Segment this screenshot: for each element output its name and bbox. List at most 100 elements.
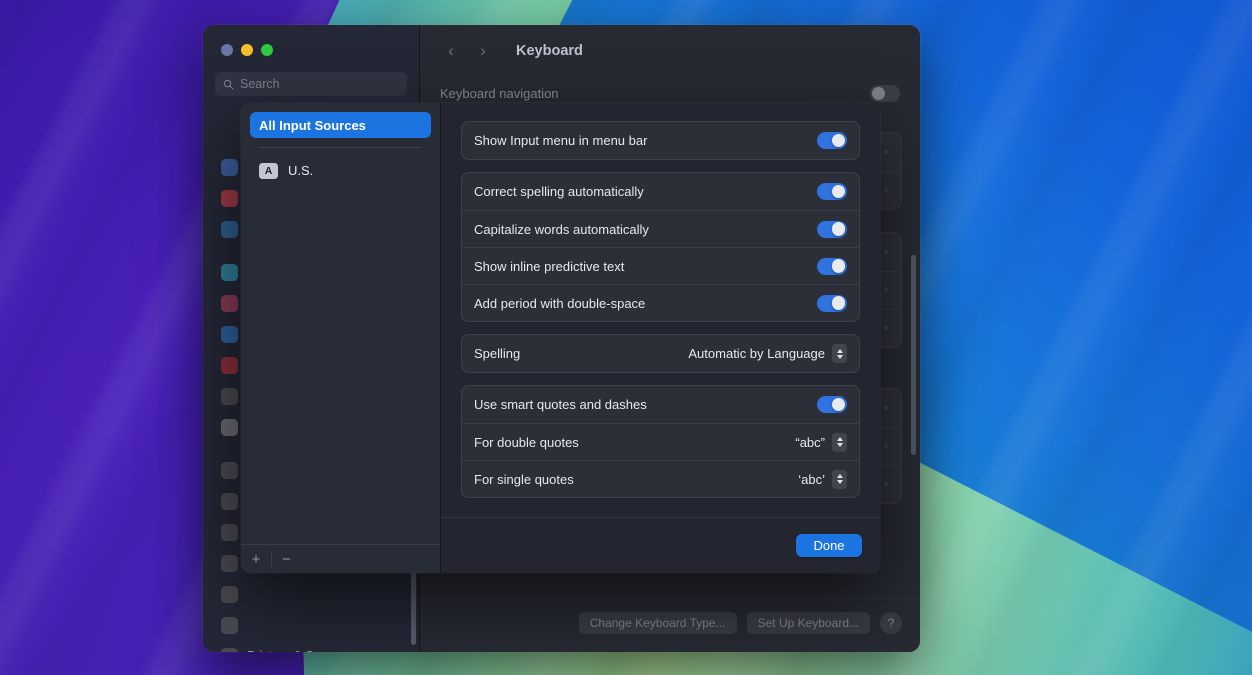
single-quotes-value: ‘abc’ bbox=[798, 472, 825, 487]
dialog-footer: Done bbox=[441, 517, 880, 573]
set-up-keyboard-button[interactable]: Set Up Keyboard... bbox=[747, 612, 870, 634]
row-label: Show Input menu in menu bar bbox=[474, 133, 647, 148]
touch-id-icon bbox=[221, 159, 238, 176]
row-label: Use smart quotes and dashes bbox=[474, 397, 647, 412]
row-capitalize-words[interactable]: Capitalize words automatically bbox=[462, 210, 859, 247]
row-double-quotes[interactable]: For double quotes “abc” bbox=[462, 423, 859, 460]
printer-icon bbox=[221, 648, 238, 653]
trackpad-icon bbox=[221, 586, 238, 603]
list-item-all-input-sources[interactable]: All Input Sources bbox=[250, 112, 431, 138]
row-single-quotes[interactable]: For single quotes ‘abc’ bbox=[462, 460, 859, 497]
chevron-right-icon: › bbox=[884, 284, 888, 296]
add-input-source-button[interactable]: + bbox=[241, 545, 271, 573]
screen-saver-icon bbox=[221, 221, 238, 238]
chevron-right-icon[interactable]: › bbox=[468, 36, 498, 66]
row-label: For single quotes bbox=[474, 472, 574, 487]
passwords-icon bbox=[221, 419, 238, 436]
stepper-icon[interactable] bbox=[832, 433, 847, 452]
single-quotes-popup-button[interactable]: ‘abc’ bbox=[798, 470, 847, 489]
privacy-security-icon bbox=[221, 326, 238, 343]
row-show-input-menu[interactable]: Show Input menu in menu bar bbox=[462, 122, 859, 159]
stepper-icon[interactable] bbox=[832, 344, 847, 363]
sidebar-item-game-controllers[interactable] bbox=[213, 610, 409, 640]
options-card: Show Input menu in menu bar bbox=[461, 121, 860, 160]
search-field[interactable]: Search bbox=[215, 72, 407, 96]
row-inline-predictive-text[interactable]: Show inline predictive text bbox=[462, 247, 859, 284]
done-button[interactable]: Done bbox=[796, 534, 862, 557]
options-card: Spelling Automatic by Language bbox=[461, 334, 860, 373]
keyboard-navigation-section-header: Keyboard navigation bbox=[438, 81, 902, 104]
row-spelling[interactable]: Spelling Automatic by Language bbox=[462, 335, 859, 372]
row-smart-quotes[interactable]: Use smart quotes and dashes bbox=[462, 386, 859, 423]
list-divider bbox=[259, 147, 422, 148]
sidebar-item-printers-scanners[interactable]: Printers & Scanners bbox=[213, 641, 409, 652]
row-add-period[interactable]: Add period with double-space bbox=[462, 284, 859, 321]
row-label: Capitalize words automatically bbox=[474, 222, 649, 237]
keyboard-icon bbox=[221, 524, 238, 541]
users-groups-icon bbox=[221, 388, 238, 405]
input-sources-dialog: All Input Sources A U.S. + − Show Input … bbox=[241, 103, 880, 573]
minimize-button[interactable] bbox=[241, 44, 253, 56]
sidebar-item-label: Printers & Scanners bbox=[247, 649, 358, 652]
internet-accounts-icon bbox=[221, 462, 238, 479]
chevron-right-icon: › bbox=[884, 402, 888, 414]
smart-quotes-toggle[interactable] bbox=[817, 396, 847, 413]
mouse-icon bbox=[221, 555, 238, 572]
show-input-menu-toggle[interactable] bbox=[817, 132, 847, 149]
search-placeholder: Search bbox=[240, 77, 280, 91]
chevron-left-icon[interactable]: ‹ bbox=[436, 36, 466, 66]
stepper-icon[interactable] bbox=[832, 470, 847, 489]
keyboard-navigation-toggle[interactable] bbox=[870, 85, 900, 102]
detail-scrollbar[interactable] bbox=[911, 255, 916, 455]
change-keyboard-type-button[interactable]: Change Keyboard Type... bbox=[579, 612, 737, 634]
sidebar-item-trackpad[interactable] bbox=[213, 579, 409, 609]
inline-predictive-text-toggle[interactable] bbox=[817, 258, 847, 275]
lock-screen-icon bbox=[221, 295, 238, 312]
touch-id-password-icon bbox=[221, 357, 238, 374]
search-icon bbox=[223, 79, 234, 90]
row-label: Spelling bbox=[474, 346, 520, 361]
chevron-right-icon: › bbox=[884, 184, 888, 196]
double-quotes-value: “abc” bbox=[795, 435, 825, 450]
input-sources-content: Show Input menu in menu bar Correct spel… bbox=[441, 103, 880, 573]
wallpaper-icon bbox=[221, 190, 238, 207]
row-label: For double quotes bbox=[474, 435, 579, 450]
input-sources-sidebar: All Input Sources A U.S. + − bbox=[241, 103, 441, 573]
double-quotes-popup-button[interactable]: “abc” bbox=[795, 433, 847, 452]
chevron-right-icon: › bbox=[884, 440, 888, 452]
spelling-value: Automatic by Language bbox=[688, 346, 825, 361]
chevron-right-icon: › bbox=[884, 146, 888, 158]
help-button[interactable]: ? bbox=[880, 612, 902, 634]
chevron-right-icon: › bbox=[884, 322, 888, 334]
battery-icon bbox=[221, 264, 238, 281]
input-sources-options: Show Input menu in menu bar Correct spel… bbox=[441, 103, 880, 517]
list-item-label: U.S. bbox=[288, 163, 313, 178]
row-label: Correct spelling automatically bbox=[474, 184, 644, 199]
close-button[interactable] bbox=[221, 44, 233, 56]
settings-footer: Change Keyboard Type... Set Up Keyboard.… bbox=[420, 598, 920, 652]
input-sources-list[interactable]: All Input Sources A U.S. bbox=[241, 103, 440, 544]
row-correct-spelling[interactable]: Correct spelling automatically bbox=[462, 173, 859, 210]
game-center-icon bbox=[221, 493, 238, 510]
row-label: Show inline predictive text bbox=[474, 259, 624, 274]
options-card: Correct spelling automatically Capitaliz… bbox=[461, 172, 860, 322]
page-title: Keyboard bbox=[516, 43, 583, 59]
chevron-right-icon: › bbox=[884, 246, 888, 258]
input-sources-footer: + − bbox=[241, 544, 440, 573]
spelling-popup-button[interactable]: Automatic by Language bbox=[688, 344, 847, 363]
window-traffic-lights bbox=[203, 25, 419, 56]
zoom-button[interactable] bbox=[261, 44, 273, 56]
row-label: Add period with double-space bbox=[474, 296, 645, 311]
settings-titlebar: ‹ › Keyboard bbox=[420, 25, 920, 77]
options-card: Use smart quotes and dashes For double q… bbox=[461, 385, 860, 498]
game-controller-icon bbox=[221, 617, 238, 634]
list-item-us[interactable]: A U.S. bbox=[250, 158, 431, 184]
keyboard-layout-badge: A bbox=[259, 163, 278, 179]
list-item-label: All Input Sources bbox=[259, 118, 366, 133]
chevron-right-icon: › bbox=[884, 478, 888, 490]
section-title: Keyboard navigation bbox=[440, 86, 559, 101]
correct-spelling-toggle[interactable] bbox=[817, 183, 847, 200]
remove-input-source-button[interactable]: − bbox=[272, 545, 302, 573]
add-period-toggle[interactable] bbox=[817, 295, 847, 312]
capitalize-words-toggle[interactable] bbox=[817, 221, 847, 238]
